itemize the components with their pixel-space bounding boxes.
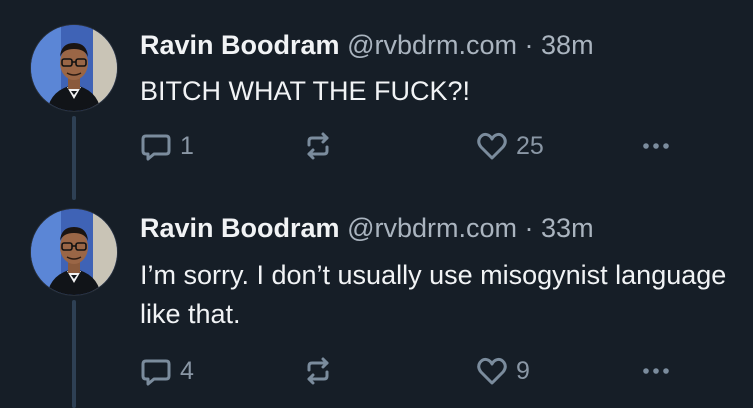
author-handle[interactable]: @rvbdrm.com [347, 30, 517, 60]
thread-line [72, 300, 76, 408]
reply-count: 4 [180, 356, 194, 385]
heart-icon [477, 132, 507, 160]
reply-button[interactable]: 1 [138, 128, 194, 164]
avatar[interactable] [31, 25, 117, 111]
repost-icon [307, 132, 329, 160]
like-button[interactable]: 25 [474, 128, 544, 164]
reply-icon [141, 134, 171, 161]
more-options-button[interactable] [638, 353, 674, 389]
post-actions: 4 9 [138, 353, 698, 389]
reply-button[interactable]: 4 [138, 353, 194, 389]
repost-button[interactable] [300, 128, 336, 164]
reply-icon [141, 359, 171, 386]
author-name[interactable]: Ravin Boodram [140, 213, 340, 243]
like-count: 25 [516, 131, 544, 160]
post-header: Ravin Boodram @rvbdrm.com · 33m [140, 212, 594, 244]
author-handle[interactable]: @rvbdrm.com [347, 213, 517, 243]
post-time[interactable]: 33m [541, 213, 594, 243]
post-text: I’m sorry. I don’t usually use misogynis… [140, 260, 727, 329]
post[interactable]: Ravin Boodram @rvbdrm.com · 38m BITCH WH… [0, 0, 753, 200]
post-header: Ravin Boodram @rvbdrm.com · 38m [140, 29, 594, 61]
like-count: 9 [516, 356, 530, 385]
avatar-image [31, 209, 117, 295]
separator-dot: · [524, 213, 534, 243]
post-time[interactable]: 38m [541, 30, 594, 60]
author-name[interactable]: Ravin Boodram [140, 30, 340, 60]
more-icon [643, 368, 669, 374]
repost-button[interactable] [300, 353, 336, 389]
post-text: BITCH WHAT THE FUCK?! [140, 76, 471, 106]
separator-dot: · [524, 30, 534, 60]
repost-icon [307, 357, 329, 385]
heart-icon [477, 357, 507, 385]
reply-count: 1 [180, 131, 194, 160]
avatar[interactable] [31, 209, 117, 295]
more-options-button[interactable] [638, 128, 674, 164]
avatar-image [31, 25, 117, 111]
post-actions: 1 25 [138, 128, 698, 164]
more-icon [643, 143, 669, 149]
like-button[interactable]: 9 [474, 353, 530, 389]
thread-line [72, 116, 76, 200]
